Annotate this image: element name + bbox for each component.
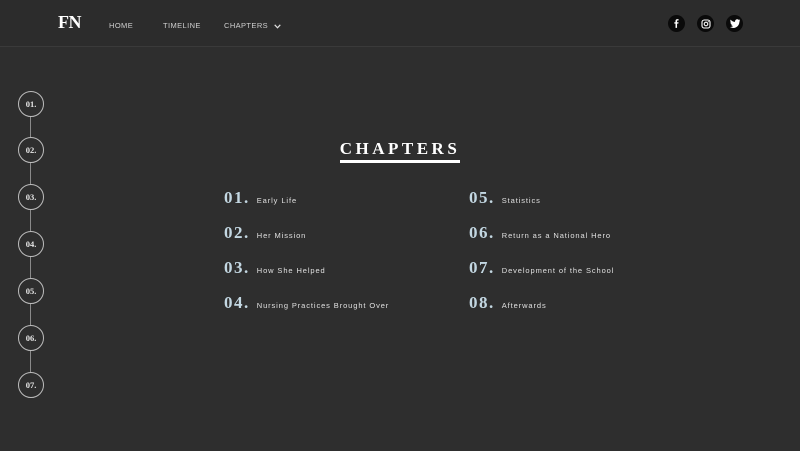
chapter-number: 02. (224, 223, 250, 242)
site-logo[interactable]: FN (58, 12, 82, 33)
timeline-node-03[interactable]: 03. (18, 184, 44, 210)
timeline-node-05[interactable]: 05. (18, 278, 44, 304)
timeline-node-04[interactable]: 04. (18, 231, 44, 257)
chapter-link-05[interactable]: 05. Statistics (469, 188, 541, 208)
chevron-down-icon (273, 23, 281, 29)
chapter-link-04[interactable]: 04. Nursing Practices Brought Over (224, 293, 389, 313)
page-title: CHAPTERS (339, 139, 461, 163)
timeline-node-01[interactable]: 01. (18, 91, 44, 117)
chapter-number: 04. (224, 293, 250, 312)
chapter-link-03[interactable]: 03. How She Helped (224, 258, 326, 278)
chapter-number: 03. (224, 258, 250, 277)
nav-chapters-label: CHAPTERS (224, 21, 269, 30)
chapter-number: 05. (469, 188, 495, 207)
page-title-wrap: CHAPTERS (0, 139, 800, 163)
timeline-node-07[interactable]: 07. (18, 372, 44, 398)
chapter-link-01[interactable]: 01. Early Life (224, 188, 297, 208)
chapter-label: Statistics (501, 196, 541, 205)
nav-timeline-link[interactable]: TIMELINE (163, 21, 201, 30)
chapter-label: Early Life (256, 196, 298, 205)
twitter-icon[interactable] (726, 15, 743, 32)
facebook-icon[interactable] (668, 15, 685, 32)
nav-chapters-dropdown[interactable]: CHAPTERS (224, 21, 281, 30)
chapter-link-06[interactable]: 06. Return as a National Hero (469, 223, 611, 243)
chapter-number: 06. (469, 223, 495, 242)
timeline-node-06[interactable]: 06. (18, 325, 44, 351)
chapter-number: 01. (224, 188, 250, 207)
chapter-number: 08. (469, 293, 495, 312)
site-header: FN HOME TIMELINE CHAPTERS (0, 0, 800, 47)
nav-home-link[interactable]: HOME (109, 21, 133, 30)
chapter-label: Afterwards (501, 301, 547, 310)
chapter-link-07[interactable]: 07. Development of the School (469, 258, 614, 278)
chapter-link-02[interactable]: 02. Her Mission (224, 223, 306, 243)
chapter-label: Return as a National Hero (501, 231, 611, 240)
chapter-label: How She Helped (256, 266, 326, 275)
chapter-label: Development of the School (501, 266, 615, 275)
chapter-number: 07. (469, 258, 495, 277)
instagram-icon[interactable] (697, 15, 714, 32)
chapter-label: Her Mission (256, 231, 307, 240)
chapter-label: Nursing Practices Brought Over (256, 301, 390, 310)
chapter-link-08[interactable]: 08. Afterwards (469, 293, 547, 313)
